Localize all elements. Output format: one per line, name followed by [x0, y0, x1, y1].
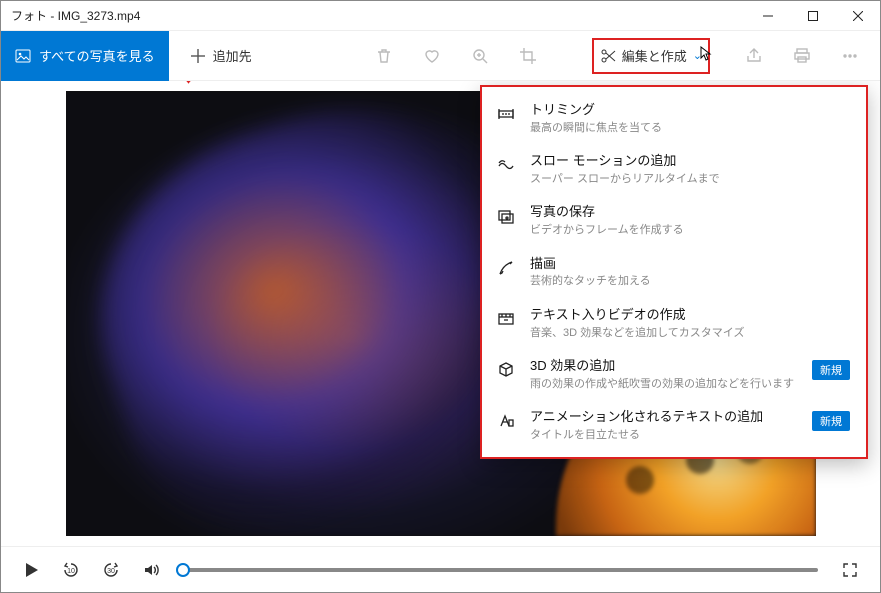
menu-desc: スーパー スローからリアルタイムまで [530, 172, 850, 186]
window-controls [745, 1, 880, 31]
menu-title: 3D 効果の追加 [530, 358, 798, 375]
cursor-pointer [700, 46, 714, 62]
add-to-button[interactable]: 追加先 [179, 31, 262, 81]
menu-title: トリミング [530, 102, 850, 119]
new-badge: 新規 [812, 360, 850, 380]
menu-title: 描画 [530, 256, 850, 273]
play-button[interactable] [13, 552, 49, 588]
heart-icon [423, 47, 441, 65]
menu-desc: 音楽、3D 効果などを追加してカスタマイズ [530, 326, 850, 340]
title-bar: フォト - IMG_3273.mp4 [1, 1, 880, 31]
edit-create-menu: トリミング 最高の瞬間に焦点を当てる スロー モーションの追加 スーパー スロー… [480, 85, 868, 459]
window: フォト - IMG_3273.mp4 すべての写真を見る 追加先 [0, 0, 881, 593]
volume-button[interactable] [133, 552, 169, 588]
crop-icon [519, 47, 537, 65]
menu-title: テキスト入りビデオの作成 [530, 307, 850, 324]
menu-item-text-video[interactable]: テキスト入りビデオの作成 音楽、3D 効果などを追加してカスタマイズ [482, 298, 866, 349]
seek-thumb[interactable] [176, 563, 190, 577]
add-to-label: 追加先 [213, 46, 252, 65]
menu-desc: 雨の効果の作成や紙吹雪の効果の追加などを行います [530, 377, 798, 391]
edit-create-label: 編集と作成 [622, 46, 687, 65]
close-button[interactable] [835, 1, 880, 31]
fullscreen-button[interactable] [832, 552, 868, 588]
menu-desc: 芸術的なタッチを加える [530, 274, 850, 288]
draw-icon [496, 258, 516, 278]
print-icon [793, 47, 811, 65]
svg-text:30: 30 [107, 568, 115, 575]
callout-arrow: ↓ [183, 81, 194, 89]
text-video-icon [496, 309, 516, 329]
view-all-label: すべての写真を見る [39, 46, 155, 65]
delete-button[interactable] [360, 31, 408, 81]
trash-icon [375, 47, 393, 65]
playback-bar: 10 30 [1, 546, 880, 592]
more-button[interactable] [826, 31, 874, 81]
more-icon [841, 47, 859, 65]
menu-item-save-photo[interactable]: 写真の保存 ビデオからフレームを作成する [482, 195, 866, 246]
toolbar: すべての写真を見る 追加先 編集と作成 ⌄ [1, 31, 880, 81]
menu-title: 写真の保存 [530, 204, 850, 221]
skip-forward-button[interactable]: 30 [93, 552, 129, 588]
slowmo-icon [496, 155, 516, 175]
zoom-button[interactable] [456, 31, 504, 81]
menu-item-trim[interactable]: トリミング 最高の瞬間に焦点を当てる [482, 93, 866, 144]
print-button[interactable] [778, 31, 826, 81]
share-icon [745, 47, 763, 65]
menu-item-animated-text[interactable]: アニメーション化されるテキストの追加 タイトルを目立たせる 新規 [482, 400, 866, 451]
skip-back-button[interactable]: 10 [53, 552, 89, 588]
plus-icon [189, 47, 207, 65]
photos-icon [15, 48, 31, 64]
content-area: ↓ トリミング 最高の瞬間に焦点を当てる スロー モーションの追加 スーパー ス… [1, 81, 880, 546]
crop-button[interactable] [504, 31, 552, 81]
window-title: フォト - IMG_3273.mp4 [11, 7, 140, 24]
3d-icon [496, 360, 516, 380]
menu-item-slowmo[interactable]: スロー モーションの追加 スーパー スローからリアルタイムまで [482, 144, 866, 195]
view-all-photos-button[interactable]: すべての写真を見る [1, 31, 169, 81]
menu-desc: タイトルを目立たせる [530, 428, 798, 442]
maximize-button[interactable] [790, 1, 835, 31]
edit-create-button[interactable]: 編集と作成 ⌄ [592, 38, 710, 74]
share-button[interactable] [730, 31, 778, 81]
menu-item-3d-effects[interactable]: 3D 効果の追加 雨の効果の作成や紙吹雪の効果の追加などを行います 新規 [482, 349, 866, 400]
animated-text-icon [496, 411, 516, 431]
menu-title: アニメーション化されるテキストの追加 [530, 409, 798, 426]
zoom-icon [471, 47, 489, 65]
menu-item-draw[interactable]: 描画 芸術的なタッチを加える [482, 247, 866, 298]
minimize-button[interactable] [745, 1, 790, 31]
seek-slider[interactable] [183, 568, 818, 572]
save-photo-icon [496, 206, 516, 226]
menu-title: スロー モーションの追加 [530, 153, 850, 170]
menu-desc: 最高の瞬間に焦点を当てる [530, 121, 850, 135]
scissors-icon [600, 48, 616, 64]
new-badge: 新規 [812, 411, 850, 431]
trim-icon [496, 104, 516, 124]
favorite-button[interactable] [408, 31, 456, 81]
menu-desc: ビデオからフレームを作成する [530, 223, 850, 237]
svg-text:10: 10 [67, 568, 75, 575]
